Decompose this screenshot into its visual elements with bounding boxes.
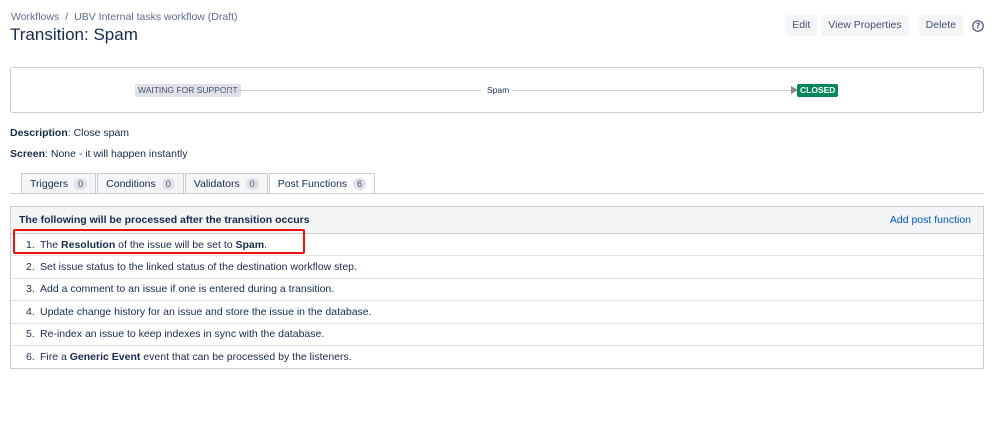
description-value: : Close spam xyxy=(67,127,130,139)
post-function-row: 2. Set issue status to the linked status… xyxy=(11,256,983,279)
transition-line-left xyxy=(225,90,481,91)
post-function-row: 5. Re-index an issue to keep indexes in … xyxy=(11,324,983,346)
tab-count-badge: 0 xyxy=(245,177,259,190)
description-line: Description: Close spam xyxy=(10,127,129,139)
to-status-lozenge: CLOSED xyxy=(797,84,839,97)
transition-name: Spam xyxy=(487,85,510,95)
page-title: Transition: Spam xyxy=(10,25,138,44)
tab-label: Triggers xyxy=(30,177,69,190)
panel-title: The following will be processed after th… xyxy=(19,214,310,226)
row-text: Fire a Generic Event event that can be p… xyxy=(40,351,352,364)
breadcrumb-workflows-link[interactable]: Workflows xyxy=(11,11,59,23)
edit-button[interactable]: Edit xyxy=(785,15,818,36)
tab-count-badge: 0 xyxy=(74,177,88,190)
transition-line-right xyxy=(512,90,792,91)
post-function-row: 6. Fire a Generic Event event that can b… xyxy=(11,346,983,368)
question-circle-icon[interactable]: ? xyxy=(971,19,985,33)
tab-conditions[interactable]: Conditions 0 xyxy=(97,173,184,193)
row-text: Update change history for an issue and s… xyxy=(40,305,372,318)
screen-line: Screen: None - it will happen instantly xyxy=(10,148,187,160)
transition-tabs: Triggers 0 Conditions 0 Validators 0 Pos… xyxy=(21,173,376,194)
breadcrumb-separator: / xyxy=(65,11,69,23)
post-function-row: 1. The Resolution of the issue will be s… xyxy=(11,234,983,257)
post-function-row: 3. Add a comment to an issue if one is e… xyxy=(11,279,983,302)
row-number: 4. xyxy=(26,305,35,318)
row-number: 6. xyxy=(26,351,35,364)
tab-label: Post Functions xyxy=(277,178,348,190)
post-function-row: 4. Update change history for an issue an… xyxy=(11,301,983,324)
screen-value: : None - it will happen instantly xyxy=(45,148,188,160)
row-text: The Resolution of the issue will be set … xyxy=(40,238,268,251)
transition-diagram: WAITING FOR SUPPORT Spam CLOSED xyxy=(10,67,984,113)
screen-label: Screen xyxy=(10,148,46,160)
header-actions: Edit View Properties Delete ? xyxy=(785,15,985,36)
row-number: 5. xyxy=(26,328,35,341)
row-text: Re-index an issue to keep indexes in syn… xyxy=(40,328,325,341)
tabs-divider xyxy=(10,193,984,194)
add-post-function-link[interactable]: Add post function xyxy=(890,214,971,226)
tab-count-badge: 6 xyxy=(353,178,367,190)
tab-post-functions[interactable]: Post Functions 6 xyxy=(268,173,376,194)
row-number: 1. xyxy=(26,238,35,251)
svg-text:?: ? xyxy=(976,21,980,30)
breadcrumb: Workflows / UBV Internal tasks workflow (D… xyxy=(11,11,238,23)
tab-label: Conditions xyxy=(106,177,156,190)
row-number: 2. xyxy=(26,261,35,274)
panel-header: The following will be processed after th… xyxy=(11,207,983,234)
delete-button[interactable]: Delete xyxy=(918,15,963,36)
tab-count-badge: 0 xyxy=(161,177,175,190)
tab-validators[interactable]: Validators 0 xyxy=(184,173,268,193)
tab-label: Validators xyxy=(193,177,240,190)
tab-triggers[interactable]: Triggers 0 xyxy=(21,173,97,193)
row-text: Set issue status to the linked status of… xyxy=(40,261,357,274)
description-label: Description xyxy=(10,127,68,139)
row-number: 3. xyxy=(26,283,35,296)
row-text: Add a comment to an issue if one is ente… xyxy=(40,283,335,296)
breadcrumb-workflow-link[interactable]: UBV Internal tasks workflow (Draft) xyxy=(74,11,237,23)
view-properties-button[interactable]: View Properties xyxy=(821,15,909,36)
post-functions-panel: The following will be processed after th… xyxy=(10,206,984,370)
